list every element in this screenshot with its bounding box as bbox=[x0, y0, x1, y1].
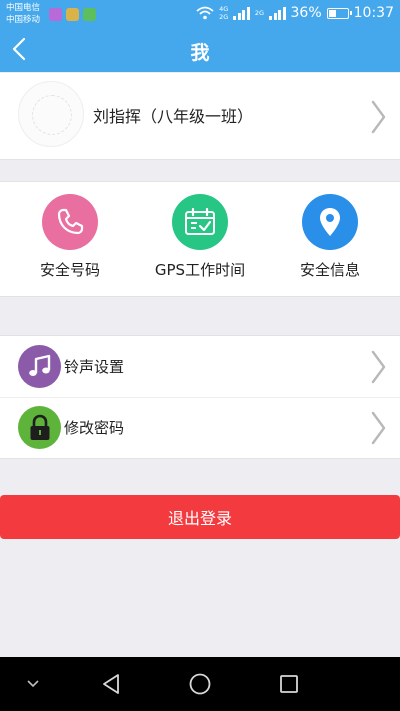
nav-recents-icon bbox=[280, 675, 298, 693]
signal-icon-secondary bbox=[269, 6, 286, 20]
nav-back-icon bbox=[103, 674, 119, 694]
screen: 中国电信 中国移动 4G 2G 2G 36% 10:37 我 刘指挥（八年级一班… bbox=[0, 0, 400, 711]
network-type-secondary: 2G bbox=[255, 9, 264, 17]
logout-button[interactable]: 退出登录 bbox=[0, 495, 400, 539]
shortcut-label: 安全号码 bbox=[39, 261, 100, 279]
shortcut-safety-info[interactable]: 安全信息 bbox=[270, 194, 390, 280]
carrier-label-2: 中国移动 bbox=[6, 15, 41, 25]
app-notification-icon bbox=[83, 8, 96, 21]
app-notification-icon bbox=[66, 8, 79, 21]
battery-icon bbox=[326, 7, 352, 19]
network-label-2g: 2G bbox=[219, 13, 229, 21]
shortcut-label: GPS工作时间 bbox=[154, 261, 246, 279]
profile-name: 刘指挥（八年级一班） bbox=[93, 107, 254, 126]
music-note-icon bbox=[18, 345, 61, 388]
page-title: 我 bbox=[190, 42, 210, 64]
nav-collapse-button[interactable] bbox=[18, 669, 48, 699]
lock-icon bbox=[18, 406, 61, 449]
network-label-4g: 4G bbox=[219, 5, 229, 13]
notification-icons bbox=[49, 8, 96, 21]
list-item-label: 修改密码 bbox=[64, 419, 125, 437]
battery-level bbox=[328, 9, 336, 17]
signal-icon bbox=[233, 6, 250, 20]
shortcut-safety-numbers[interactable]: 安全号码 bbox=[10, 194, 130, 280]
title-bar: 我 bbox=[0, 30, 400, 72]
settings-list: 铃声设置 修改密码 bbox=[0, 335, 400, 459]
battery-percentage: 36% bbox=[290, 5, 322, 21]
carrier-label-1: 中国电信 bbox=[6, 3, 41, 13]
calendar-check-icon bbox=[172, 194, 228, 250]
nav-home-icon bbox=[189, 673, 211, 695]
carrier-info: 中国电信 中国移动 bbox=[6, 2, 40, 26]
nav-recents-button[interactable] bbox=[274, 669, 304, 699]
location-pin-icon bbox=[302, 194, 358, 250]
profile-card[interactable]: 刘指挥（八年级一班） bbox=[0, 73, 400, 160]
status-bar: 中国电信 中国移动 4G 2G 2G 36% 10:37 bbox=[0, 0, 400, 30]
nav-collapse-icon bbox=[27, 680, 39, 688]
status-indicators: 4G 2G 2G 36% 10:37 bbox=[196, 5, 394, 21]
phone-icon bbox=[42, 194, 98, 250]
avatar[interactable] bbox=[18, 81, 84, 147]
shortcut-gps-work-time[interactable]: GPS工作时间 bbox=[140, 194, 260, 280]
shortcut-panel: 安全号码 GPS工作时间 安全信息 bbox=[0, 181, 400, 297]
list-item-ringtone-settings[interactable]: 铃声设置 bbox=[0, 336, 400, 398]
nav-back-button[interactable] bbox=[96, 669, 126, 699]
chevron-right-icon bbox=[371, 100, 386, 134]
network-label-2g-secondary: 2G bbox=[254, 9, 265, 17]
list-item-label: 铃声设置 bbox=[64, 358, 125, 376]
wifi-icon bbox=[196, 6, 214, 20]
nav-home-button[interactable] bbox=[185, 669, 215, 699]
list-item-change-password[interactable]: 修改密码 bbox=[0, 397, 400, 458]
app-notification-icon bbox=[49, 8, 62, 21]
system-navigation-bar bbox=[0, 657, 400, 711]
network-type: 4G 2G bbox=[219, 5, 228, 21]
clock: 10:37 bbox=[353, 5, 394, 21]
chevron-right-icon bbox=[371, 411, 386, 445]
chevron-right-icon bbox=[371, 350, 386, 384]
shortcut-label: 安全信息 bbox=[299, 261, 360, 279]
